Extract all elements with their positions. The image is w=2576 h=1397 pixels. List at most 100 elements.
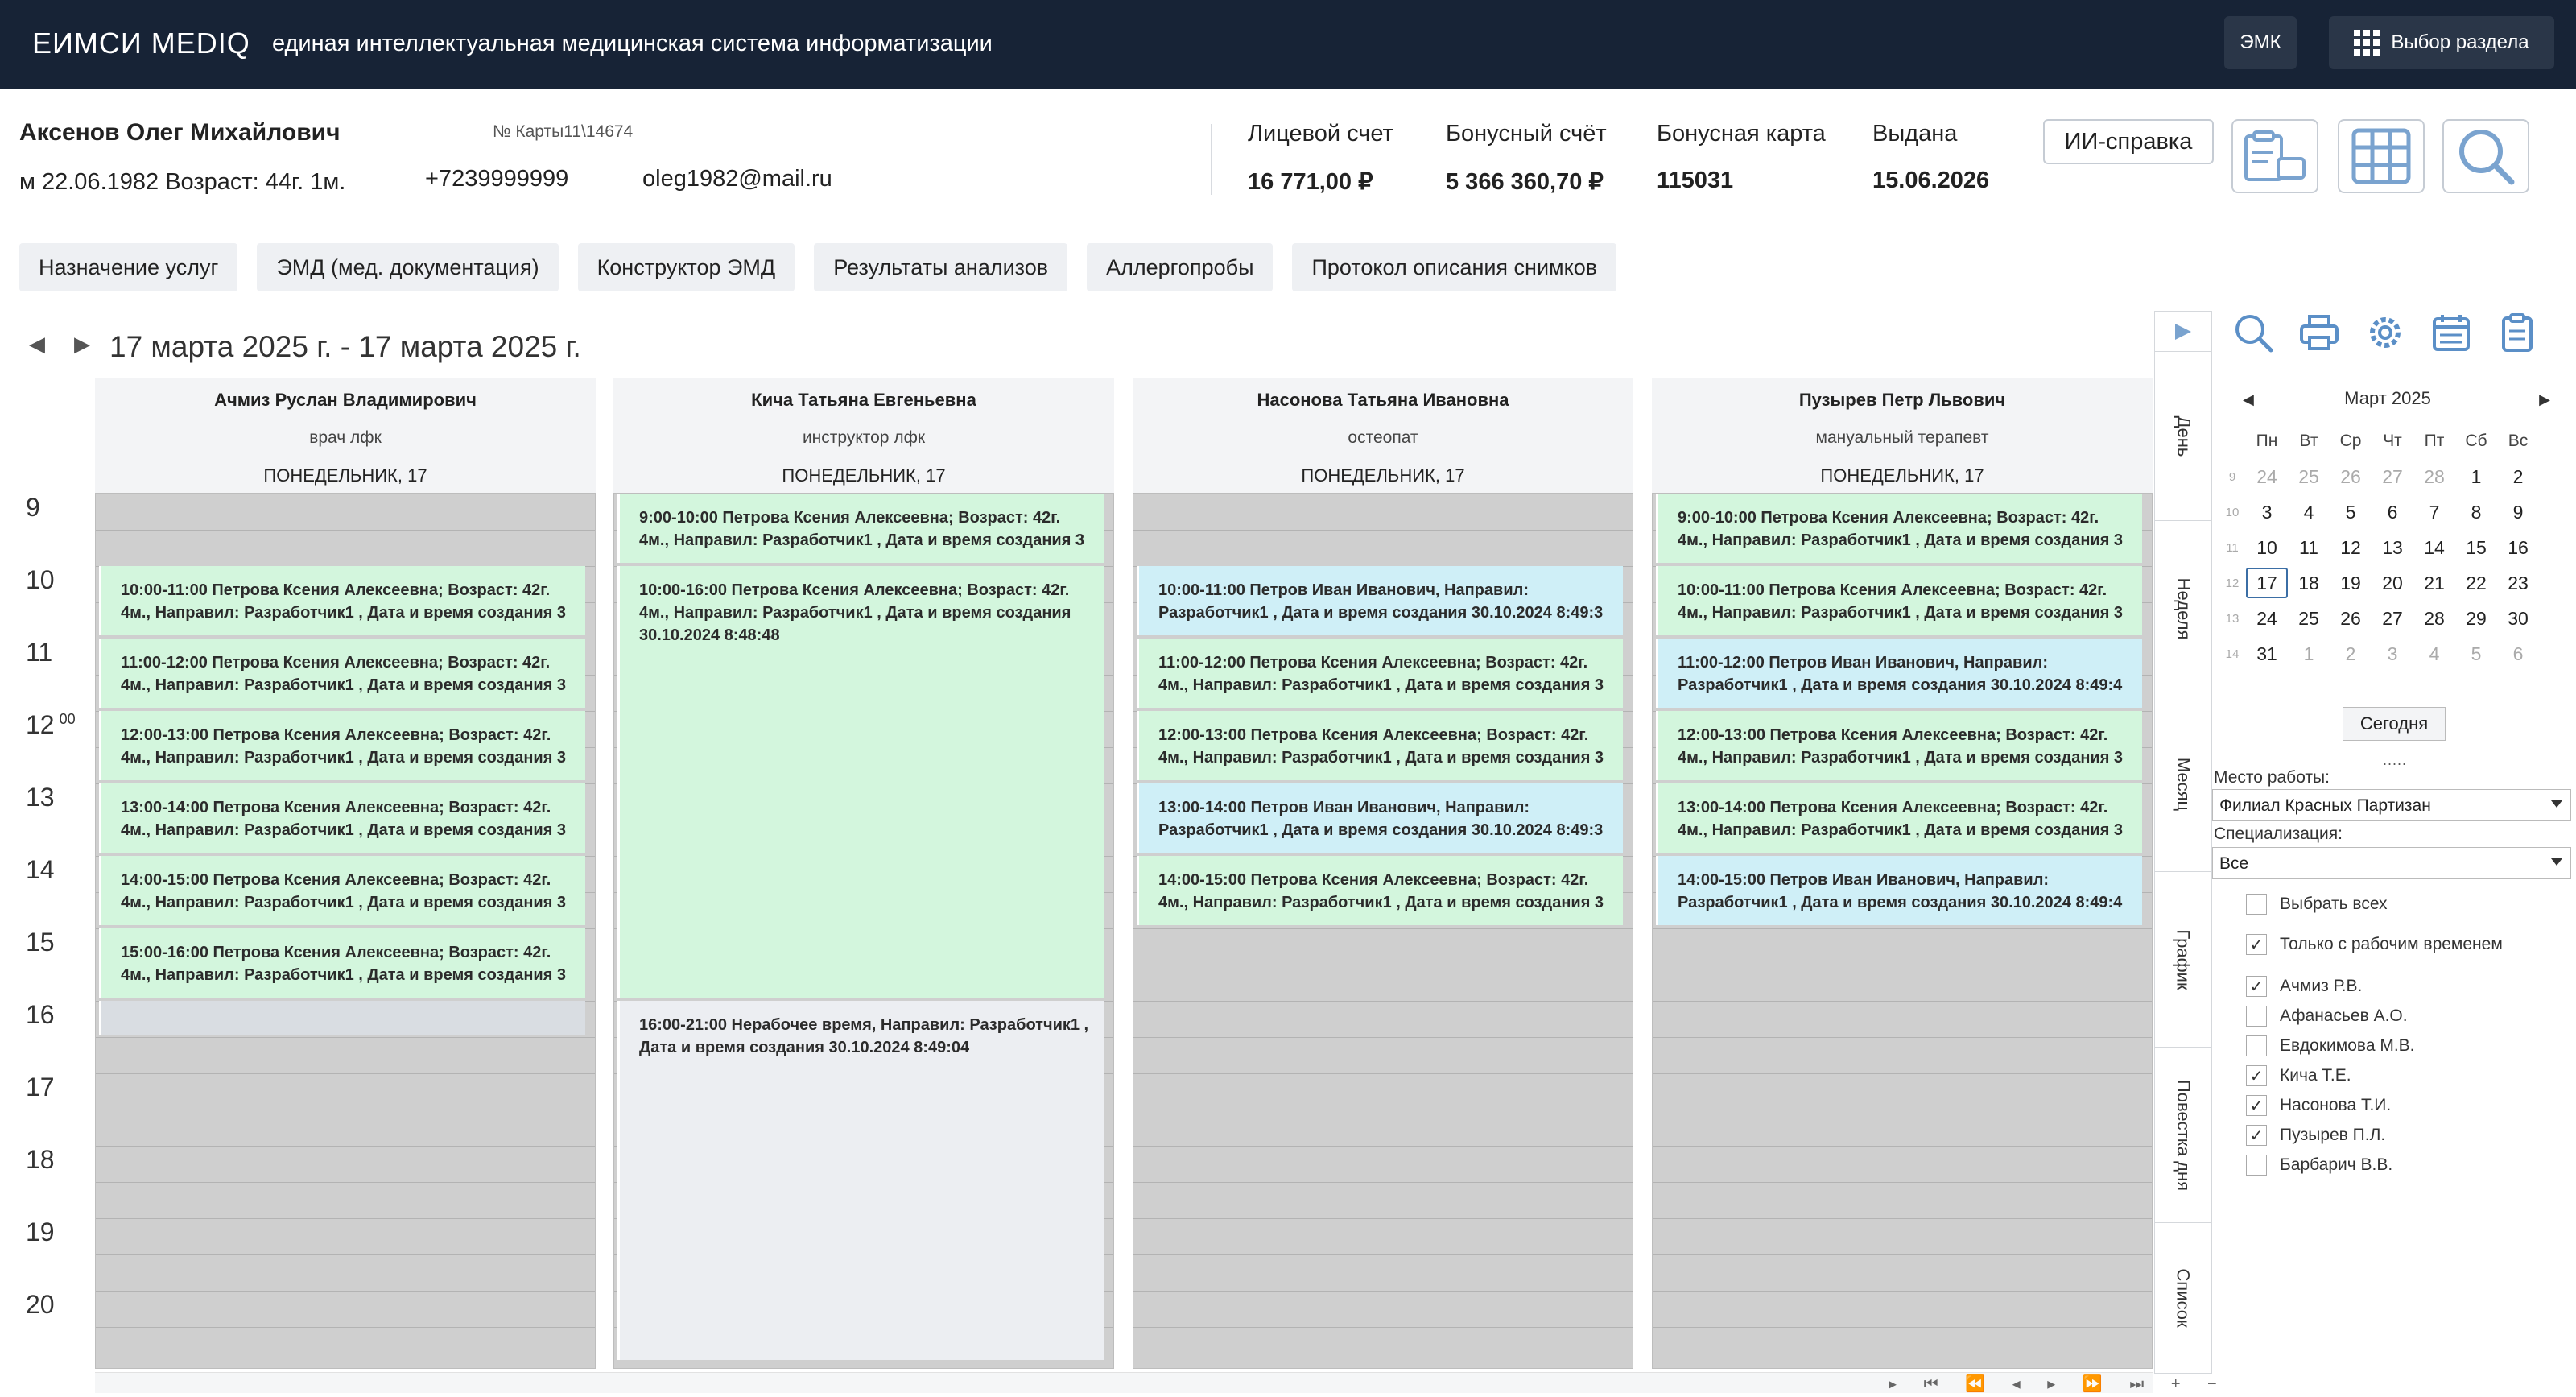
doctor-filter-checkbox[interactable]: ✓ Ачмиз Р.В. (2246, 976, 2362, 997)
view-tab-list[interactable]: Список (2155, 1223, 2211, 1373)
workplace-select[interactable]: Филиал Красных Партизан (2212, 789, 2571, 821)
appointment-block[interactable]: 14:00-15:00 Петров Иван Иванович, Направ… (1656, 856, 2142, 925)
calendar-day[interactable]: 18 (2288, 572, 2330, 594)
appointment-block[interactable]: 12:00-13:00 Петрова Ксения Алексеевна; В… (1656, 711, 2142, 780)
view-tab-agenda[interactable]: Повестка дня (2155, 1048, 2211, 1223)
calendar-day[interactable]: 29 (2455, 608, 2497, 630)
calendar-day[interactable]: 1 (2288, 643, 2330, 665)
calendar-button[interactable] (2428, 309, 2475, 356)
resource-pager[interactable]: ▸ ⏮ ⏪ ◂ ▸ ⏩ ⏭ + − (1889, 1374, 2228, 1394)
appointment-block[interactable]: 10:00-11:00 Петров Иван Иванович, Направ… (1137, 566, 1623, 635)
appointment-block[interactable]: 12:00-13:00 Петрова Ксения Алексеевна; В… (99, 711, 585, 780)
calendar-day[interactable]: 5 (2455, 643, 2497, 665)
calendar-day[interactable]: 14 (2413, 537, 2455, 559)
appointment-block[interactable]: 11:00-12:00 Петров Иван Иванович, Направ… (1656, 639, 2142, 708)
clipboard-button[interactable] (2231, 119, 2318, 193)
calendar-day[interactable]: 3 (2246, 502, 2288, 523)
horizontal-scrollbar[interactable] (95, 1372, 2153, 1393)
schedule-grid[interactable]: 9:00-10:00 Петрова Ксения Алексеевна; Во… (1652, 493, 2153, 1369)
calendar-day[interactable]: 5 (2330, 502, 2372, 523)
select-all-checkbox[interactable]: Выбрать всех (2246, 894, 2388, 915)
appointment-block[interactable]: 10:00-16:00 Петрова Ксения Алексеевна; В… (617, 566, 1104, 998)
search-tool-button[interactable] (2230, 309, 2277, 356)
appointment-block[interactable]: 16:00-21:00 Нерабочее время, Направил: Р… (617, 1001, 1104, 1360)
calendar-day[interactable]: 27 (2372, 608, 2413, 630)
working-time-only-checkbox[interactable]: ✓ Только с рабочим временем (2246, 934, 2503, 955)
calendar-day[interactable]: 11 (2288, 537, 2330, 559)
tab-allergy-tests[interactable]: Аллергопробы (1087, 243, 1274, 291)
doctor-filter-checkbox[interactable]: Афанасьев А.О. (2246, 1006, 2408, 1027)
calendar-day[interactable]: 12 (2330, 537, 2372, 559)
calendar-day[interactable]: 13 (2372, 537, 2413, 559)
calendar-day[interactable]: 16 (2497, 537, 2539, 559)
settings-button[interactable] (2362, 309, 2409, 356)
resize-handle[interactable]: ..... (2383, 752, 2407, 769)
calendar-day[interactable]: 7 (2413, 502, 2455, 523)
calendar-day[interactable]: 23 (2497, 572, 2539, 594)
calendar-day[interactable]: 27 (2372, 466, 2413, 488)
calendar-day[interactable]: 19 (2330, 572, 2372, 594)
appointment-block[interactable]: 15:00-16:00 Петрова Ксения Алексеевна; В… (99, 928, 585, 998)
calendar-day[interactable]: 1 (2455, 466, 2497, 488)
calendar-day[interactable]: 15 (2455, 537, 2497, 559)
view-tab-day[interactable]: День (2155, 352, 2211, 521)
doctor-filter-checkbox[interactable]: ✓ Пузырев П.Л. (2246, 1125, 2385, 1146)
apps-grid-button[interactable] (2338, 119, 2425, 193)
schedule-grid[interactable]: 10:00-11:00 Петрова Ксения Алексеевна; В… (95, 493, 596, 1369)
doctor-filter-checkbox[interactable]: Евдокимова М.В. (2246, 1035, 2415, 1056)
calendar-day[interactable]: 10 (2246, 537, 2288, 559)
appointment-block[interactable]: 9:00-10:00 Петрова Ксения Алексеевна; Во… (617, 494, 1104, 563)
appointment-block[interactable]: 10:00-11:00 Петрова Ксения Алексеевна; В… (99, 566, 585, 635)
appointment-block[interactable]: 9:00-10:00 Петрова Ксения Алексеевна; Во… (1656, 494, 2142, 563)
appointment-block[interactable]: 14:00-15:00 Петрова Ксения Алексеевна; В… (1137, 856, 1623, 925)
calendar-day[interactable]: 25 (2288, 608, 2330, 630)
calendar-day[interactable]: 28 (2413, 608, 2455, 630)
section-select-button[interactable]: Выбор раздела (2329, 16, 2554, 69)
schedule-grid[interactable]: 9:00-10:00 Петрова Ксения Алексеевна; Во… (613, 493, 1114, 1369)
calendar-day[interactable]: 31 (2246, 643, 2288, 665)
appointment-block[interactable]: 11:00-12:00 Петрова Ксения Алексеевна; В… (1137, 639, 1623, 708)
calendar-day[interactable]: 4 (2413, 643, 2455, 665)
appointment-block[interactable]: 14:00-15:00 Петрова Ксения Алексеевна; В… (99, 856, 585, 925)
calendar-day[interactable]: 4 (2288, 502, 2330, 523)
appointment-block[interactable]: 10:00-11:00 Петрова Ксения Алексеевна; В… (1656, 566, 2142, 635)
calendar-day[interactable]: 6 (2372, 502, 2413, 523)
calendar-day[interactable]: 28 (2413, 466, 2455, 488)
doctor-filter-checkbox[interactable]: Барбарич В.В. (2246, 1155, 2392, 1176)
doctor-filter-checkbox[interactable]: ✓ Кича Т.Е. (2246, 1065, 2351, 1086)
collapse-panel-button[interactable] (2155, 312, 2211, 352)
today-button[interactable]: Сегодня (2343, 707, 2446, 741)
tab-imaging-protocol[interactable]: Протокол описания снимков (1292, 243, 1617, 291)
appointment-block[interactable]: 12:00-13:00 Петрова Ксения Алексеевна; В… (1137, 711, 1623, 780)
view-tab-week[interactable]: Неделя (2155, 521, 2211, 696)
free-slot[interactable] (99, 1001, 585, 1035)
appointment-block[interactable]: 13:00-14:00 Петрова Ксения Алексеевна; В… (1656, 783, 2142, 853)
tab-services[interactable]: Назначение услуг (19, 243, 238, 291)
print-button[interactable] (2296, 309, 2343, 356)
calendar-day[interactable]: 26 (2330, 466, 2372, 488)
calendar-day[interactable]: 21 (2413, 572, 2455, 594)
calendar-day[interactable]: 22 (2455, 572, 2497, 594)
calendar-day[interactable]: 20 (2372, 572, 2413, 594)
notes-button[interactable] (2494, 309, 2541, 356)
calendar-day[interactable]: 24 (2246, 466, 2288, 488)
calendar-next-icon[interactable]: ▶ (2539, 391, 2550, 408)
calendar-day[interactable]: 9 (2497, 502, 2539, 523)
calendar-day[interactable]: 8 (2455, 502, 2497, 523)
appointment-block[interactable]: 11:00-12:00 Петрова Ксения Алексеевна; В… (99, 639, 585, 708)
calendar-day[interactable]: 17 (2246, 568, 2288, 598)
tab-emd-constructor[interactable]: Конструктор ЭМД (577, 243, 795, 291)
calendar-day[interactable]: 2 (2497, 466, 2539, 488)
calendar-day[interactable]: 24 (2246, 608, 2288, 630)
calendar-day[interactable]: 26 (2330, 608, 2372, 630)
specialization-select[interactable]: Все (2212, 847, 2571, 879)
appointment-block[interactable]: 13:00-14:00 Петрова Ксения Алексеевна; В… (99, 783, 585, 853)
calendar-day[interactable]: 25 (2288, 466, 2330, 488)
calendar-day[interactable]: 2 (2330, 643, 2372, 665)
view-tab-schedule[interactable]: График (2155, 872, 2211, 1048)
tab-emd[interactable]: ЭМД (мед. документация) (257, 243, 559, 291)
appointment-block[interactable]: 13:00-14:00 Петров Иван Иванович, Направ… (1137, 783, 1623, 853)
doctor-filter-checkbox[interactable]: ✓ Насонова Т.И. (2246, 1095, 2391, 1116)
calendar-day[interactable]: 30 (2497, 608, 2539, 630)
ai-reference-button[interactable]: ИИ-справка (2043, 119, 2214, 164)
